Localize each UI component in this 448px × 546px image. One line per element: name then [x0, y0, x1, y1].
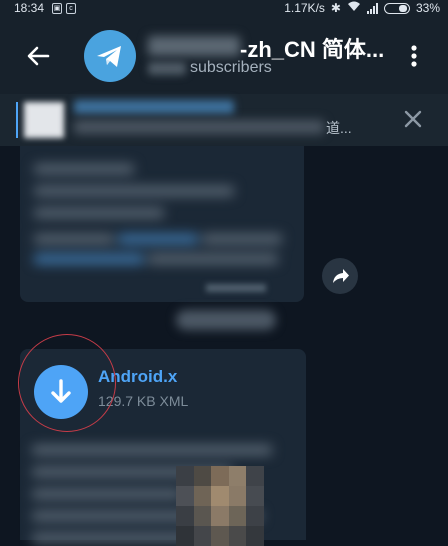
pinned-close-button[interactable]: [402, 108, 424, 130]
wifi-icon: [347, 1, 361, 15]
share-forward-icon: [333, 269, 349, 283]
chat-header: -zh_CN 简体... subscribers: [0, 18, 448, 94]
redaction-mosaic: [176, 466, 264, 546]
message-text-redacted-blur: [20, 146, 304, 302]
more-menu-button[interactable]: [402, 40, 426, 72]
highlight-circle-annotation: [18, 334, 116, 432]
date-separator-redacted-blur: [176, 310, 276, 330]
subscribers-label: subscribers: [190, 59, 272, 76]
channel-avatar[interactable]: [84, 30, 136, 82]
status-right-group: 1.17K/s ✱ 33%: [284, 1, 440, 15]
battery-icon: [383, 3, 410, 14]
pinned-text: 道...: [326, 120, 352, 136]
app-notification-icon: c: [66, 3, 76, 14]
more-vertical-icon: [411, 45, 417, 67]
title-redacted-blur: [148, 36, 240, 56]
channel-title[interactable]: -zh_CN 简体...: [148, 32, 388, 62]
pinned-title-redacted-blur: [74, 100, 234, 114]
share-button[interactable]: [322, 258, 358, 294]
message-bubble[interactable]: [20, 146, 304, 302]
back-button[interactable]: [22, 40, 54, 72]
status-notification-icons: ▣ c: [52, 3, 76, 14]
close-icon: [404, 110, 422, 128]
channel-subtitle: subscribers: [148, 59, 348, 79]
pinned-accent-line: [16, 102, 18, 138]
network-speed: 1.17K/s: [284, 1, 325, 15]
message-time-redacted-blur: [206, 284, 266, 292]
image-notification-icon: ▣: [52, 3, 62, 14]
pinned-thumbnail: [24, 102, 64, 138]
status-time: 18:34: [14, 1, 45, 15]
bluetooth-icon: ✱: [330, 1, 341, 15]
status-bar: 18:34 ▣ c 1.17K/s ✱ 33%: [0, 0, 448, 18]
telegram-logo-icon: [97, 46, 121, 67]
subscriber-count-redacted-blur: [148, 62, 186, 75]
pinned-message-bar[interactable]: 道...: [0, 94, 448, 146]
signal-icon: [366, 2, 378, 14]
pinned-text-redacted-blur: [74, 120, 324, 134]
arrow-left-icon: [27, 46, 50, 66]
battery-level: 33%: [415, 1, 440, 15]
